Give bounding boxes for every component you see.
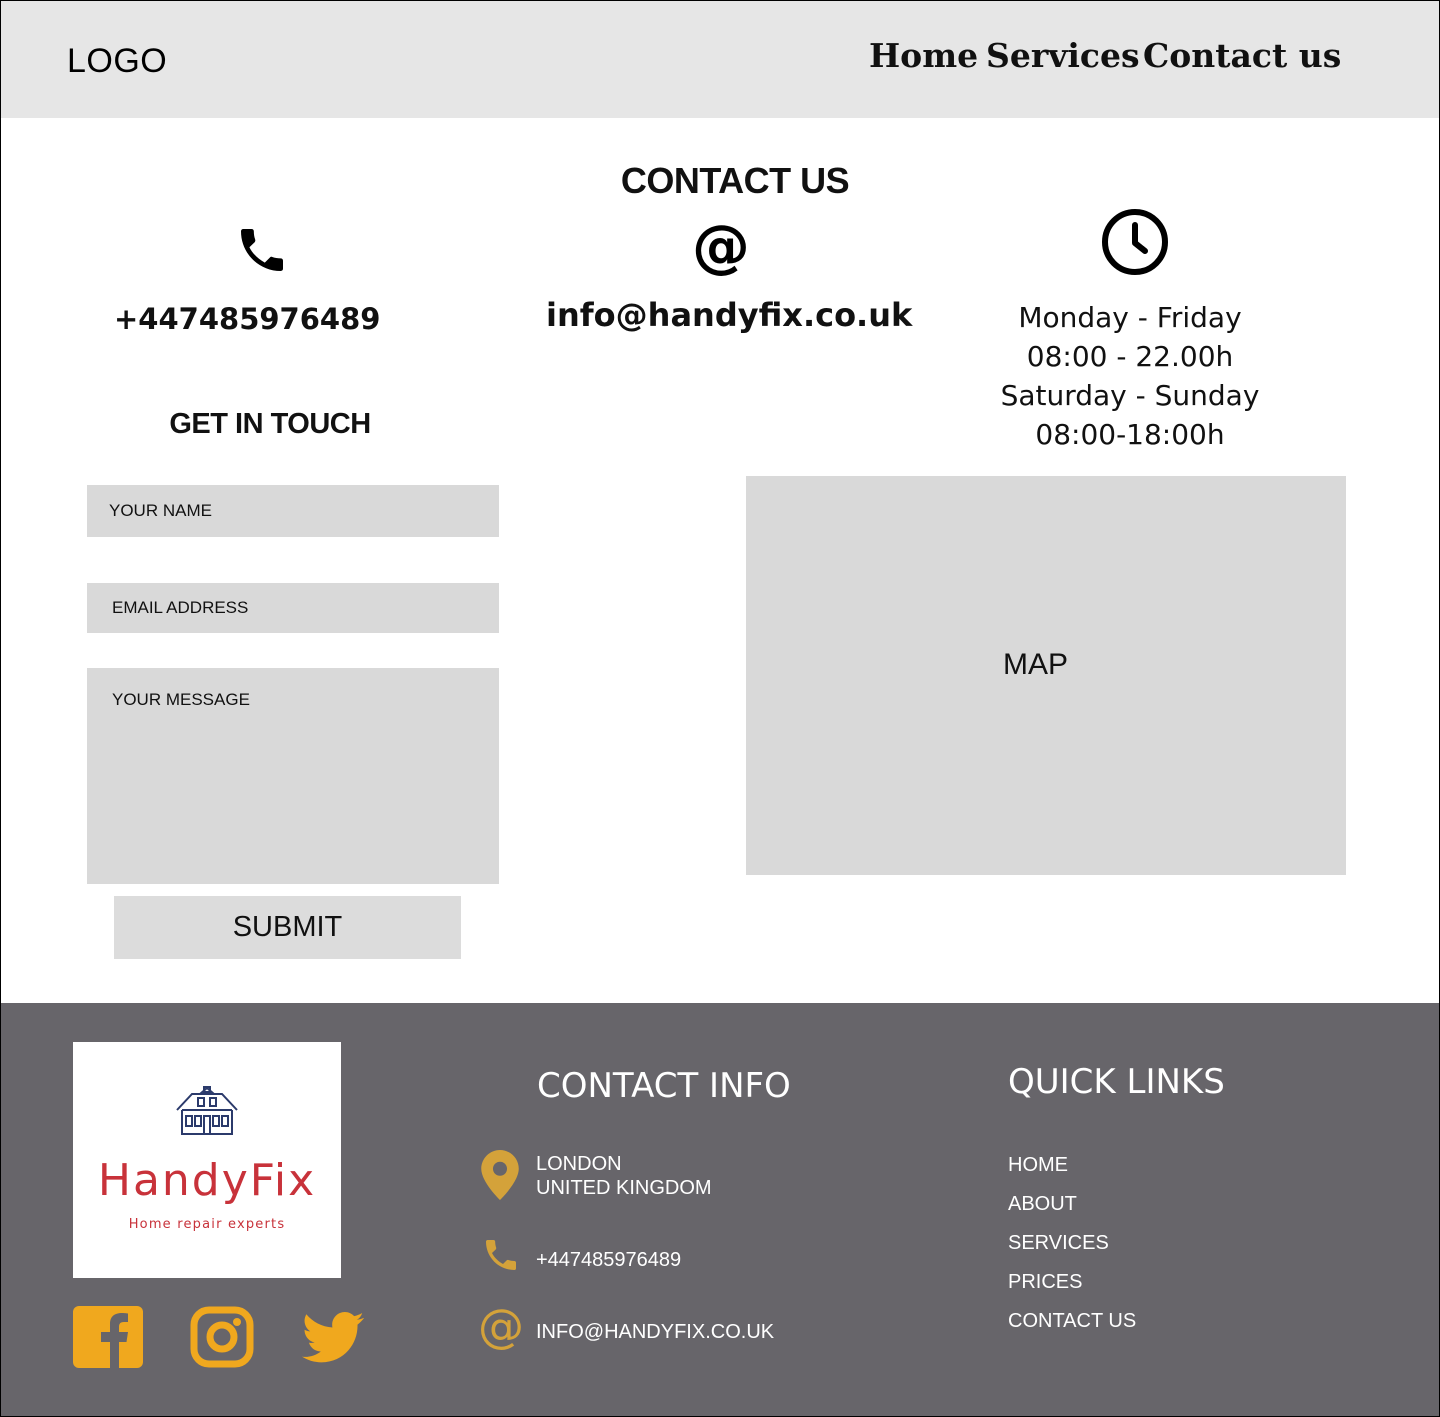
weekend-time: 08:00-18:00h bbox=[1035, 418, 1225, 451]
clock-icon bbox=[1102, 209, 1168, 275]
name-field[interactable] bbox=[87, 485, 499, 537]
phone-icon bbox=[241, 229, 283, 271]
facebook-icon[interactable] bbox=[73, 1306, 143, 1368]
form-title: GET IN TOUCH bbox=[169, 408, 371, 440]
nav-contact-us[interactable]: Contact us bbox=[1143, 36, 1341, 75]
nav-services[interactable]: Services bbox=[986, 36, 1140, 75]
footer-location-line2: UNITED KINGDOM bbox=[536, 1177, 712, 1199]
quick-link-about[interactable]: ABOUT bbox=[1008, 1193, 1077, 1216]
footer-phone-icon bbox=[486, 1240, 516, 1270]
location-pin-icon bbox=[481, 1150, 519, 1200]
footer-phone[interactable]: +447485976489 bbox=[536, 1248, 681, 1272]
house-icon bbox=[176, 1086, 238, 1135]
opening-hours: Monday - Friday 08:00 - 22.00h Saturday … bbox=[985, 298, 1275, 454]
twitter-icon[interactable] bbox=[301, 1306, 367, 1368]
quick-link-services[interactable]: SERVICES bbox=[1008, 1232, 1109, 1255]
submit-button[interactable]: SUBMIT bbox=[114, 896, 461, 959]
footer-email[interactable]: INFO@HANDYFIX.CO.UK bbox=[536, 1320, 774, 1344]
weekday-time: 08:00 - 22.00h bbox=[1026, 340, 1234, 373]
svg-text:@: @ bbox=[480, 1302, 522, 1353]
quick-link-contact-us[interactable]: CONTACT US bbox=[1008, 1310, 1136, 1333]
weekday-label: Monday - Friday bbox=[1018, 301, 1242, 334]
footer-location: LONDON UNITED KINGDOM bbox=[536, 1152, 712, 1200]
map-label: MAP bbox=[1003, 648, 1069, 681]
contact-phone: +447485976489 bbox=[114, 302, 381, 336]
email-field[interactable] bbox=[87, 583, 499, 633]
footer-location-line1: LONDON bbox=[536, 1153, 622, 1175]
svg-text:@: @ bbox=[692, 218, 750, 276]
page-title: CONTACT US bbox=[620, 160, 850, 201]
contact-email[interactable]: info@handyfix.co.uk bbox=[546, 296, 912, 334]
instagram-icon[interactable] bbox=[190, 1306, 254, 1368]
contact-info-heading: CONTACT INFO bbox=[537, 1066, 791, 1106]
footer-at-icon: @ bbox=[480, 1302, 522, 1353]
message-field[interactable] bbox=[87, 668, 499, 884]
logo[interactable]: LOGO bbox=[67, 42, 167, 81]
quick-link-prices[interactable]: PRICES bbox=[1008, 1271, 1082, 1294]
quick-link-home[interactable]: HOME bbox=[1008, 1154, 1068, 1177]
weekend-label: Saturday - Sunday bbox=[1000, 379, 1260, 412]
at-icon: @ bbox=[692, 218, 750, 276]
brand-logo[interactable]: HandyFix Home repair experts bbox=[73, 1042, 341, 1278]
quick-links-heading: QUICK LINKS bbox=[1008, 1062, 1225, 1102]
nav-home[interactable]: Home bbox=[869, 36, 978, 75]
brand-name: HandyFix bbox=[97, 1155, 317, 1206]
brand-tagline: Home repair experts bbox=[128, 1217, 286, 1232]
